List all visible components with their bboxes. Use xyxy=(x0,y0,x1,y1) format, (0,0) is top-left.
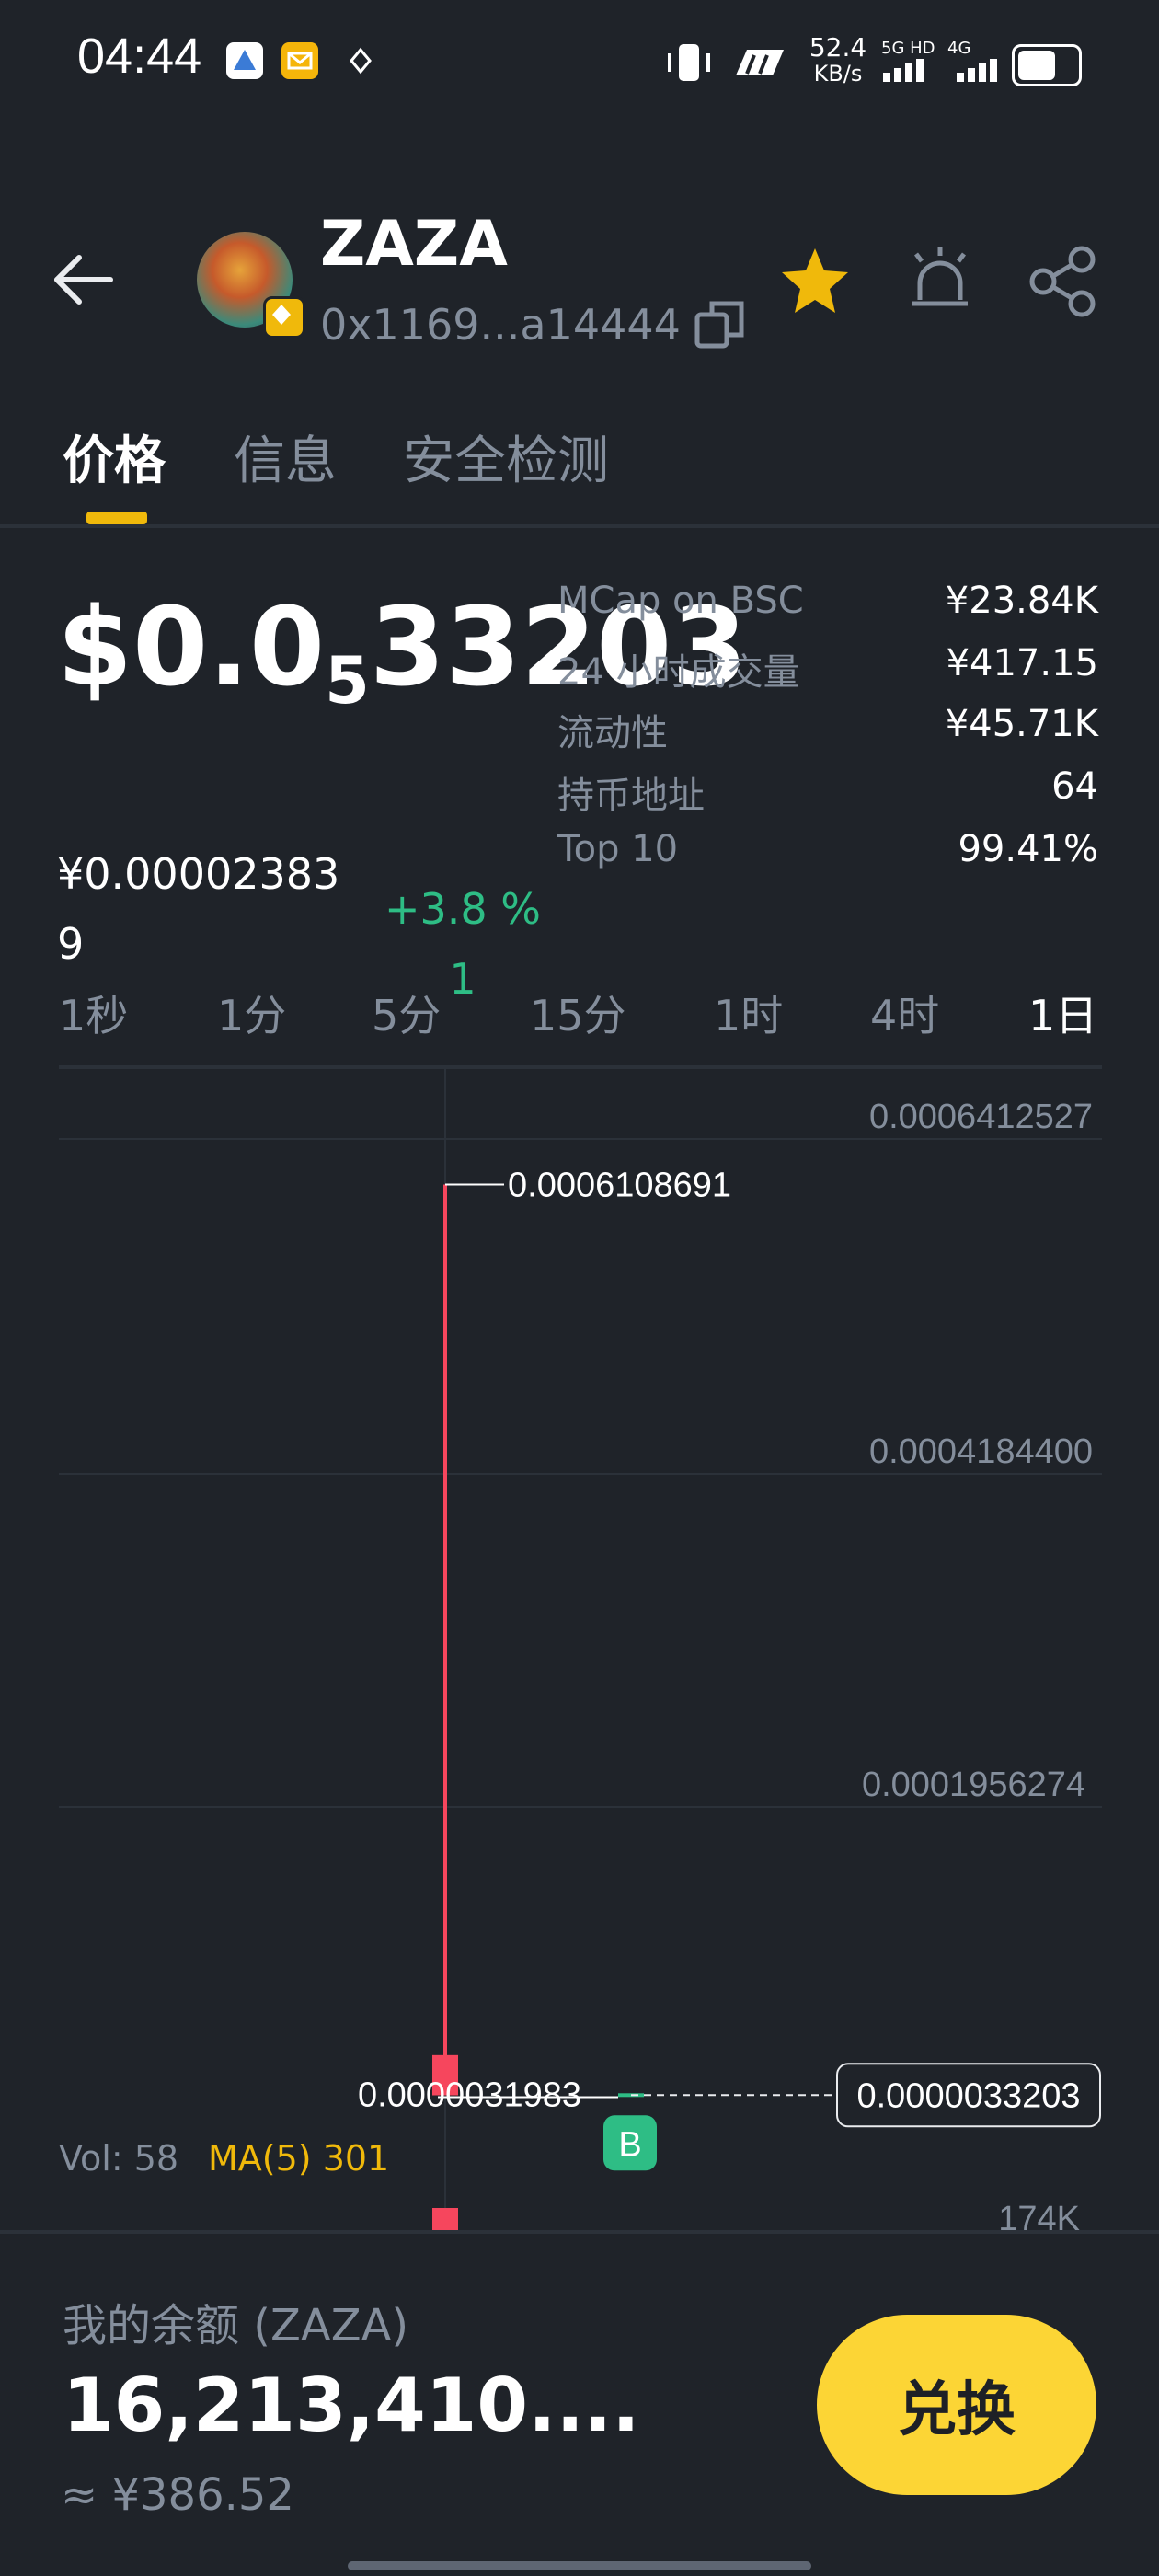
mail-notification-icon xyxy=(281,42,318,79)
current-price-label: 0.0000033203 xyxy=(856,2076,1080,2115)
tab-price[interactable]: 价格 xyxy=(63,420,166,494)
low-price-label: 0.0000031983 xyxy=(358,2076,581,2115)
back-button[interactable] xyxy=(48,247,121,320)
y-axis-label: 0.0006412527 xyxy=(869,1098,1093,1136)
stat-volume-label: 24 小时成交量 xyxy=(557,651,800,694)
battery-icon xyxy=(1012,44,1082,86)
binance-notification-icon xyxy=(342,42,379,79)
status-time: 04:44 xyxy=(77,29,202,84)
signal-4g-icon: 4G xyxy=(947,39,1003,86)
stat-mcap-value: ¥23.84K xyxy=(945,580,1098,622)
interval-1h[interactable]: 1时 xyxy=(714,983,783,1043)
home-indicator[interactable] xyxy=(348,2561,811,2570)
token-address[interactable]: 0x1169...a14444 xyxy=(320,300,681,350)
data-saver-icon xyxy=(727,42,787,86)
interval-5m[interactable]: 5分 xyxy=(372,983,441,1043)
signal-5g-icon: 5G HD xyxy=(881,39,942,86)
swap-button[interactable]: 兑换 xyxy=(817,2315,1096,2495)
stat-volume-value: ¥417.15 xyxy=(946,642,1098,684)
tab-indicator xyxy=(86,512,147,524)
token-name: ZAZA xyxy=(320,208,508,281)
stat-top10-label: Top 10 xyxy=(557,828,679,870)
high-price-label: 0.0006108691 xyxy=(508,1167,731,1205)
star-icon[interactable] xyxy=(778,245,852,318)
y-axis-label: 0.0001956274 xyxy=(862,1765,1085,1804)
signal-5g-label: 5G HD xyxy=(881,39,935,58)
price-chart[interactable]: 0.0006412527 0.0004184400 0.0001956274 0… xyxy=(59,1069,1102,2230)
copy-icon[interactable] xyxy=(692,296,747,351)
interval-1m[interactable]: 1分 xyxy=(217,983,286,1043)
arrow-left-icon xyxy=(54,255,113,305)
vibrate-icon xyxy=(664,40,714,88)
divider xyxy=(0,524,1159,528)
bnb-chain-icon xyxy=(263,296,305,339)
volume-label: Vol: 58 xyxy=(59,2138,179,2179)
signal-4g-label: 4G xyxy=(947,39,971,58)
stat-holders-label: 持币地址 xyxy=(557,775,705,817)
stat-holders-value: 64 xyxy=(1051,765,1098,808)
interval-4h[interactable]: 4时 xyxy=(870,983,939,1043)
network-speed-unit: KB/s xyxy=(813,61,863,86)
stat-liquidity-value: ¥45.71K xyxy=(945,703,1098,745)
price-cny: ¥0.000023839 xyxy=(57,849,340,969)
network-speed-value: 52.4 xyxy=(809,32,867,63)
balance-value: 16,213,410.... xyxy=(63,2363,640,2448)
share-icon[interactable] xyxy=(1028,245,1098,318)
stat-mcap-label: MCap on BSC xyxy=(557,580,804,622)
app-notification-icon xyxy=(226,42,263,79)
ma-label: MA(5) 301 xyxy=(208,2138,390,2179)
y-axis-label: 0.0004184400 xyxy=(869,1432,1093,1471)
interval-15m[interactable]: 15分 xyxy=(530,983,626,1043)
price-usd-prefix: $0.0 xyxy=(57,583,326,710)
interval-1d[interactable]: 1日 xyxy=(1028,983,1097,1043)
stat-liquidity-label: 流动性 xyxy=(557,712,668,754)
balance-cny: ≈ ¥386.52 xyxy=(61,2469,294,2521)
balance-label: 我的余额 (ZAZA) xyxy=(63,2300,409,2352)
stat-top10-value: 99.41% xyxy=(958,828,1098,870)
volume-bar xyxy=(432,2208,458,2230)
interval-1s[interactable]: 1秒 xyxy=(59,983,128,1043)
network-speed: 52.4 KB/s xyxy=(806,32,870,87)
tab-info[interactable]: 信息 xyxy=(234,420,337,494)
divider xyxy=(0,2230,1159,2234)
buy-marker-label: B xyxy=(618,2125,641,2164)
alert-icon[interactable] xyxy=(907,243,973,316)
tab-security[interactable]: 安全检测 xyxy=(403,420,609,494)
volume-axis-label: 174K xyxy=(998,2200,1080,2230)
price-zero-count: 5 xyxy=(325,643,370,719)
price-usd: $0.0533203 xyxy=(57,578,747,750)
